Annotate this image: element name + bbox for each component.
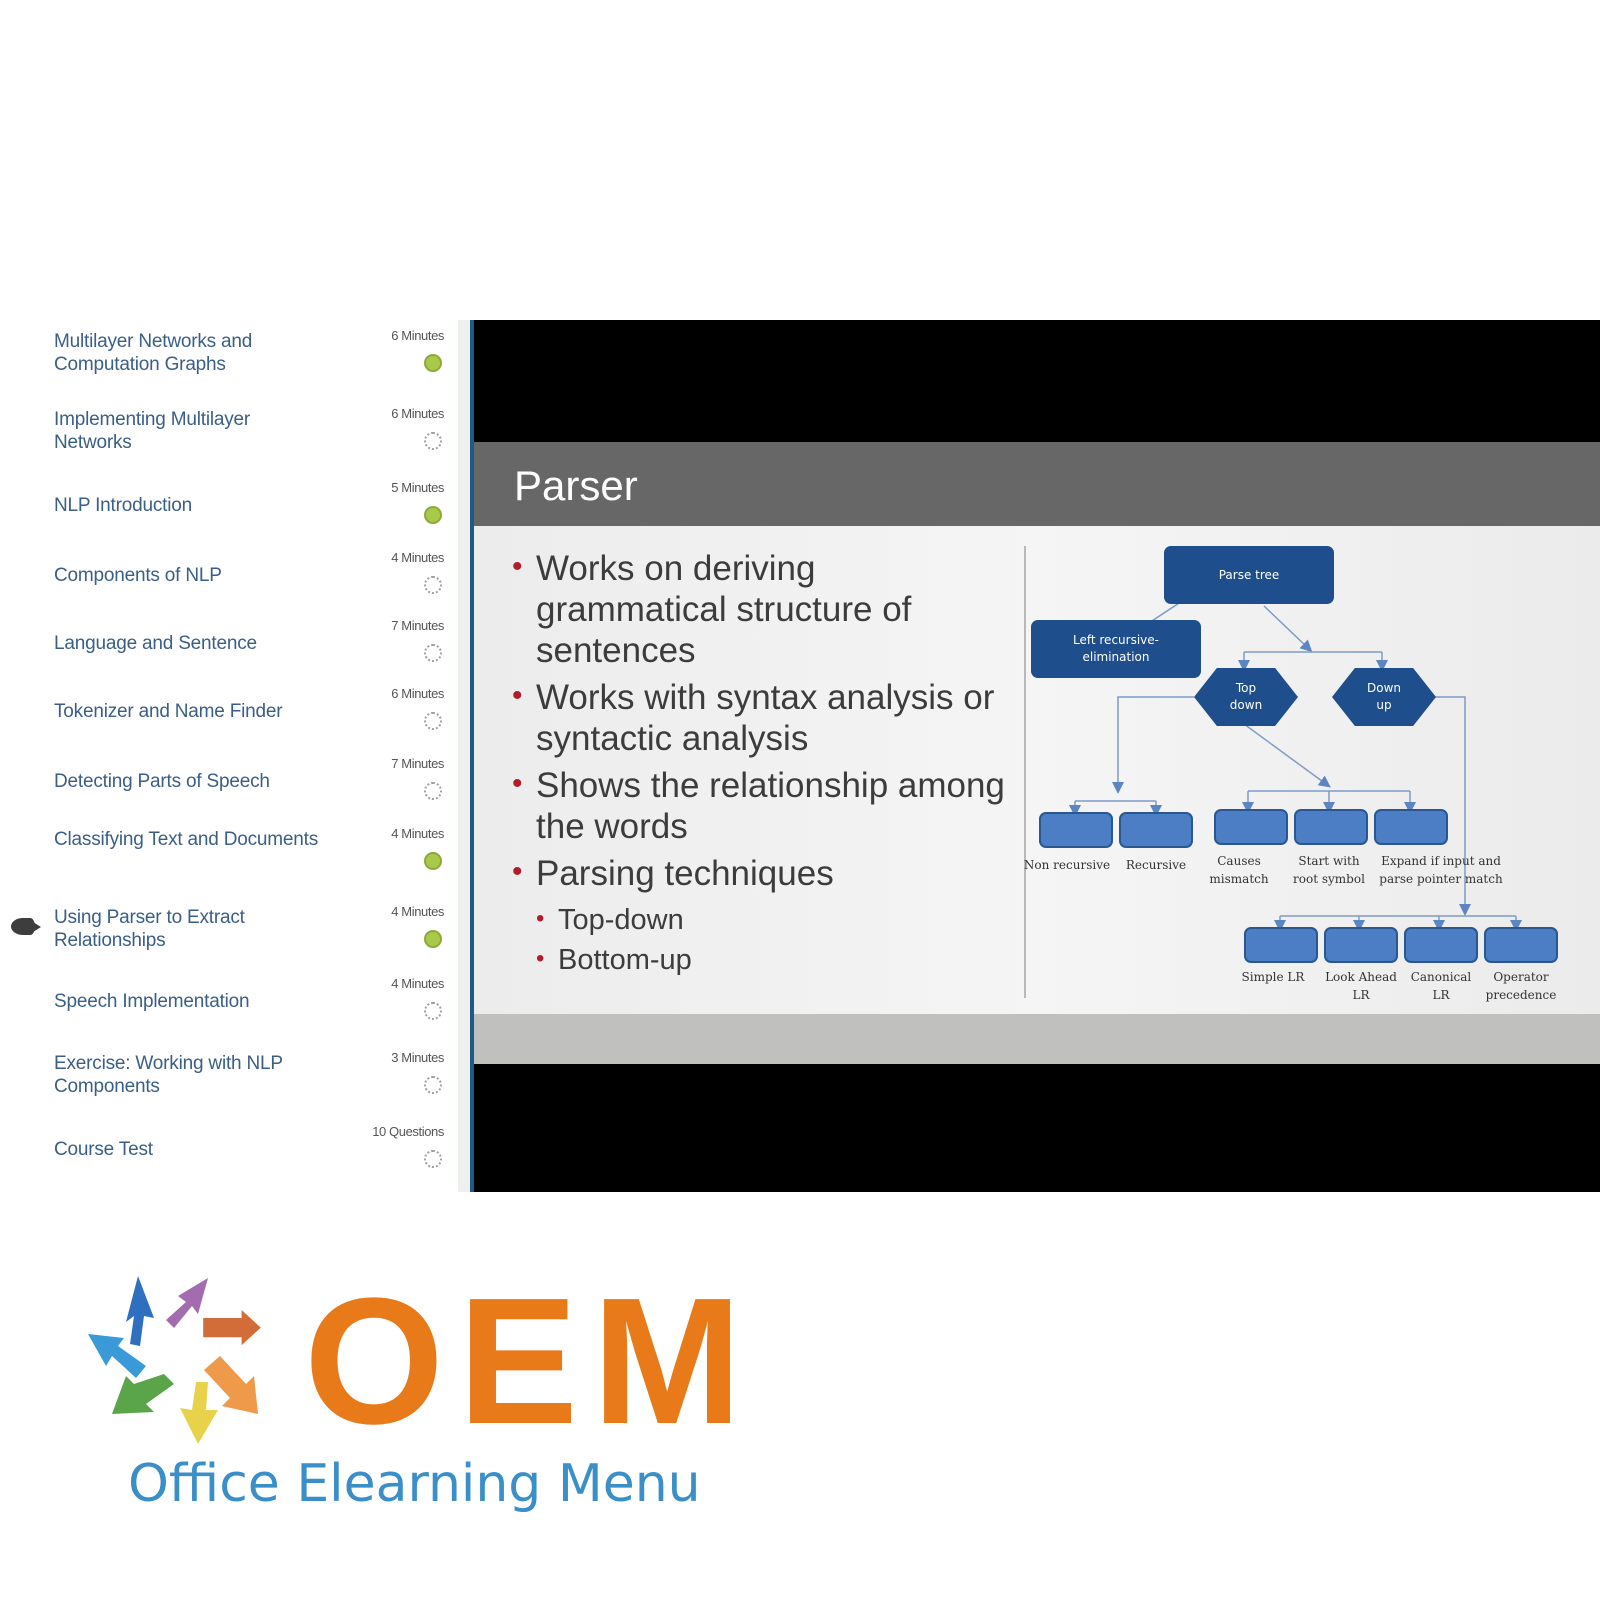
not-started-status-icon xyxy=(424,1076,442,1094)
outline-item[interactable]: Course Test 10 Questions xyxy=(0,1124,450,1194)
slide-body: Works on deriving grammatical structure … xyxy=(474,526,1600,1014)
completed-status-icon xyxy=(424,930,442,948)
completed-status-icon xyxy=(424,852,442,870)
parser-diagram: Parse tree Left recursive-elimination To… xyxy=(474,526,1600,1014)
outline-item-duration: 7 Minutes xyxy=(391,618,444,633)
outline-item[interactable]: Detecting Parts of Speech 7 Minutes xyxy=(0,756,450,826)
leaf-start-root xyxy=(1294,809,1368,845)
outline-item-title[interactable]: Language and Sentence xyxy=(54,632,324,655)
leaf-non-recursive xyxy=(1039,812,1113,848)
outline-item-duration: 4 Minutes xyxy=(391,976,444,991)
outline-item-duration: 6 Minutes xyxy=(391,328,444,343)
outline-item-title[interactable]: NLP Introduction xyxy=(54,494,324,517)
not-started-status-icon xyxy=(424,782,442,800)
outline-item-duration: 6 Minutes xyxy=(391,406,444,421)
leaf-operator-precedence xyxy=(1484,927,1558,963)
leaf-expand-match xyxy=(1374,809,1448,845)
leaf-canonical-lr xyxy=(1404,927,1478,963)
sidebar-scrollbar[interactable] xyxy=(458,320,470,1192)
video-player[interactable]: Parser Works on deriving grammatical str… xyxy=(470,320,1600,1192)
outline-item-title[interactable]: Implementing Multilayer Networks xyxy=(54,408,324,454)
outline-item[interactable]: Implementing Multilayer Networks 6 Minute… xyxy=(0,406,450,476)
outline-item[interactable]: Classifying Text and Documents 4 Minutes xyxy=(0,826,450,896)
not-started-status-icon xyxy=(424,1002,442,1020)
connector xyxy=(1112,696,1194,794)
outline-item-duration: 3 Minutes xyxy=(391,1050,444,1065)
leaf-label: Simple LR xyxy=(1241,970,1305,984)
slide-footer-bar xyxy=(474,1014,1600,1064)
node-left-recursive-elimination: Left recursive-elimination xyxy=(1031,620,1201,678)
outline-item[interactable]: Components of NLP 4 Minutes xyxy=(0,550,450,620)
outline-item-duration: 7 Minutes xyxy=(391,756,444,771)
leaf-label: Start with root symbol xyxy=(1293,854,1365,886)
completed-status-icon xyxy=(424,506,442,524)
outline-item-title[interactable]: Multilayer Networks and Computation Grap… xyxy=(54,330,324,376)
outline-item-title[interactable]: Course Test xyxy=(54,1138,324,1161)
leaf-label: Non recursive xyxy=(1023,858,1111,872)
course-outline-sidebar: Multilayer Networks and Computation Grap… xyxy=(0,320,462,1192)
outline-item-title[interactable]: Using Parser to Extract Relationships xyxy=(54,906,324,952)
not-started-status-icon xyxy=(424,644,442,662)
slide-title: Parser xyxy=(514,462,638,509)
outline-item-duration: 4 Minutes xyxy=(391,826,444,841)
outline-item-title[interactable]: Components of NLP xyxy=(54,564,324,587)
node-parse-tree: Parse tree xyxy=(1164,546,1334,604)
logo-tagline: Office Elearning Menu xyxy=(128,1454,701,1514)
outline-item-title[interactable]: Detecting Parts of Speech xyxy=(54,770,324,793)
slide-title-bar: Parser xyxy=(474,442,1600,526)
outline-item-title[interactable]: Tokenizer and Name Finder xyxy=(54,700,324,723)
leaf-label: Canonical LR xyxy=(1410,970,1472,1002)
outline-item[interactable]: Speech Implementation 4 Minutes xyxy=(0,976,450,1046)
oem-logo: OEM Office Elearning Menu xyxy=(80,1262,742,1550)
outline-item[interactable]: Language and Sentence 7 Minutes xyxy=(0,618,450,688)
connector xyxy=(1243,723,1331,788)
not-started-status-icon xyxy=(424,712,442,730)
leaf-look-ahead-lr xyxy=(1324,927,1398,963)
current-item-pointer-icon xyxy=(11,918,41,935)
leaf-simple-lr xyxy=(1244,927,1318,963)
leaf-recursive xyxy=(1119,812,1193,848)
outline-item[interactable]: Multilayer Networks and Computation Grap… xyxy=(0,328,450,398)
leaf-label: Expand if input and parse pointer match xyxy=(1379,854,1503,886)
leaf-label: Look Ahead LR xyxy=(1325,970,1397,1002)
slide: Parser Works on deriving grammatical str… xyxy=(474,442,1600,1074)
outline-item[interactable]: Using Parser to Extract Relationships 4 M… xyxy=(0,904,450,974)
outline-item[interactable]: NLP Introduction 5 Minutes xyxy=(0,480,450,550)
outline-item[interactable]: Exercise: Working with NLP Components 3 M… xyxy=(0,1050,450,1120)
outline-item-duration: 10 Questions xyxy=(372,1124,444,1139)
outline-item-title[interactable]: Exercise: Working with NLP Components xyxy=(54,1052,324,1098)
leaf-causes-mismatch xyxy=(1214,809,1288,845)
connector xyxy=(1263,605,1313,653)
leaf-label: Causes mismatch xyxy=(1209,854,1269,886)
outline-item-duration: 4 Minutes xyxy=(391,904,444,919)
leaf-label: Recursive xyxy=(1125,858,1187,872)
outline-item-title[interactable]: Classifying Text and Documents xyxy=(54,828,324,851)
leaf-label: Operator precedence xyxy=(1485,970,1557,1002)
not-started-status-icon xyxy=(424,432,442,450)
not-started-status-icon xyxy=(424,1150,442,1168)
outline-item-title[interactable]: Speech Implementation xyxy=(54,990,324,1013)
arrows-logo-icon xyxy=(88,1276,261,1444)
outline-item[interactable]: Tokenizer and Name Finder 6 Minutes xyxy=(0,686,450,756)
logo-wordmark: OEM xyxy=(304,1261,757,1462)
outline-item-duration: 4 Minutes xyxy=(391,550,444,565)
outline-item-duration: 5 Minutes xyxy=(391,480,444,495)
outline-item-duration: 6 Minutes xyxy=(391,686,444,701)
completed-status-icon xyxy=(424,354,442,372)
not-started-status-icon xyxy=(424,576,442,594)
